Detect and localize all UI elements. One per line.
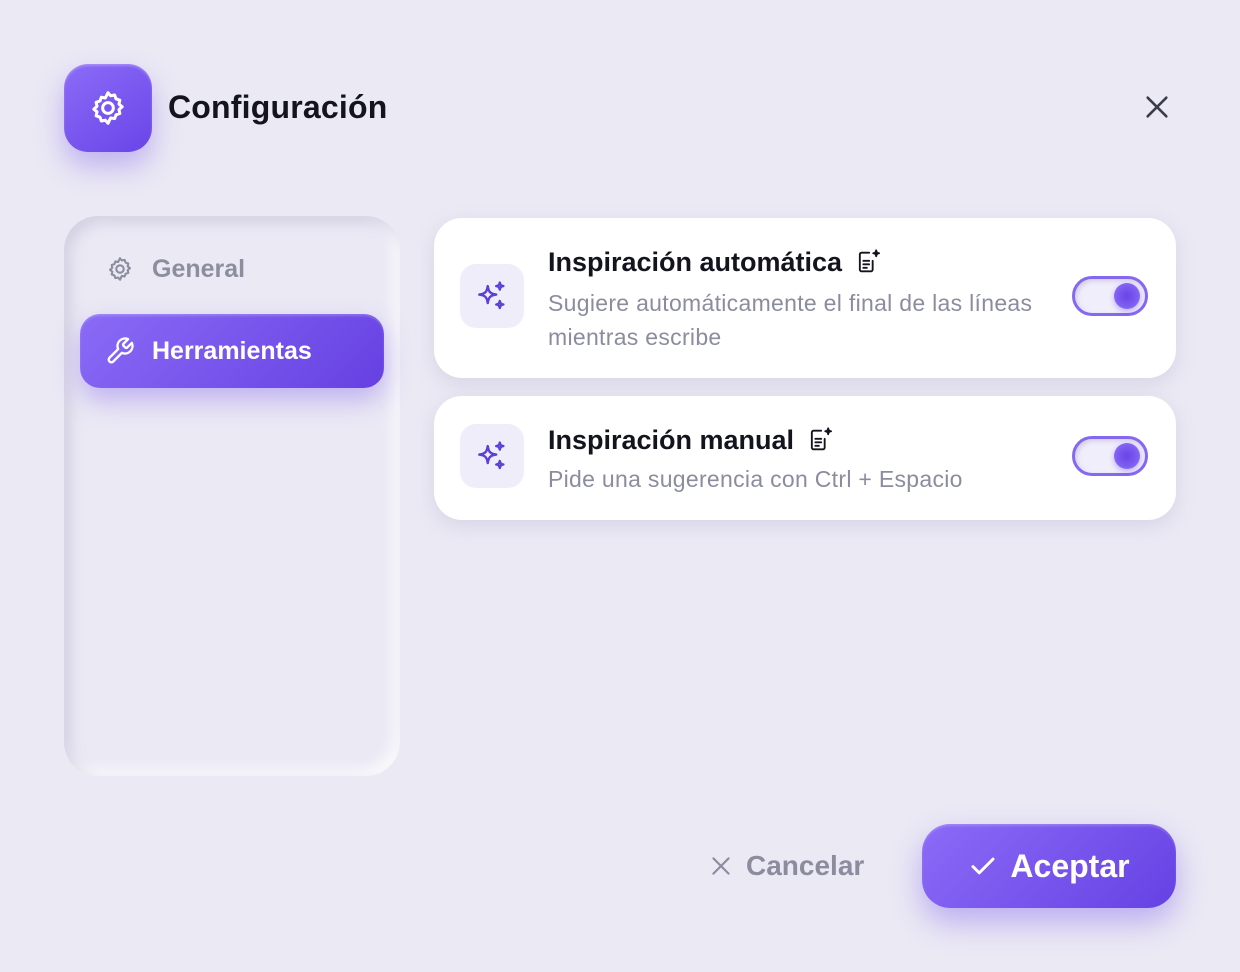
- checkmark-icon: [971, 857, 995, 875]
- close-button[interactable]: [1134, 84, 1180, 130]
- sidebar-item-herramientas[interactable]: Herramientas: [80, 314, 384, 388]
- gear-icon: [105, 254, 135, 284]
- settings-dialog: Configuración General Herramientas Inspi…: [0, 0, 1240, 972]
- sparkles-icon: [460, 264, 524, 328]
- sparkles-icon: [460, 424, 524, 488]
- accept-button[interactable]: Aceptar: [922, 824, 1176, 908]
- setting-title-text: Inspiración automática: [548, 247, 843, 277]
- sidebar-item-general[interactable]: General: [80, 232, 384, 306]
- close-icon: [712, 857, 730, 875]
- cancel-button[interactable]: Cancelar: [708, 846, 864, 886]
- setting-description: Sugiere automáticamente el final de las …: [548, 290, 1033, 350]
- header-gear-icon: [64, 64, 152, 152]
- wrench-icon: [105, 336, 135, 366]
- document-sparkle-icon: [854, 248, 882, 276]
- settings-sidebar: General Herramientas: [64, 216, 400, 776]
- page-title: Configuración: [168, 89, 388, 125]
- accept-label: Aceptar: [1010, 847, 1130, 884]
- close-icon: [1146, 96, 1168, 118]
- sidebar-item-label: Herramientas: [152, 336, 312, 365]
- sidebar-item-label: General: [152, 254, 246, 283]
- cancel-label: Cancelar: [746, 850, 865, 881]
- manual-inspiration-toggle[interactable]: [1072, 436, 1148, 476]
- setting-title: Inspiración automática: [548, 244, 882, 280]
- setting-title-text: Inspiración manual: [548, 425, 795, 455]
- auto-inspiration-toggle[interactable]: [1072, 276, 1148, 316]
- setting-card-manual-inspiration: Inspiración manual Pide una sugerencia c…: [434, 396, 1176, 520]
- toggle-knob: [1114, 283, 1140, 309]
- setting-card-auto-inspiration: Inspiración automática Sugiere automátic…: [434, 218, 1176, 378]
- document-sparkle-icon: [806, 426, 834, 454]
- toggle-knob: [1114, 443, 1140, 469]
- setting-description: Pide una sugerencia con Ctrl + Espacio: [548, 466, 963, 492]
- setting-title: Inspiración manual: [548, 422, 834, 458]
